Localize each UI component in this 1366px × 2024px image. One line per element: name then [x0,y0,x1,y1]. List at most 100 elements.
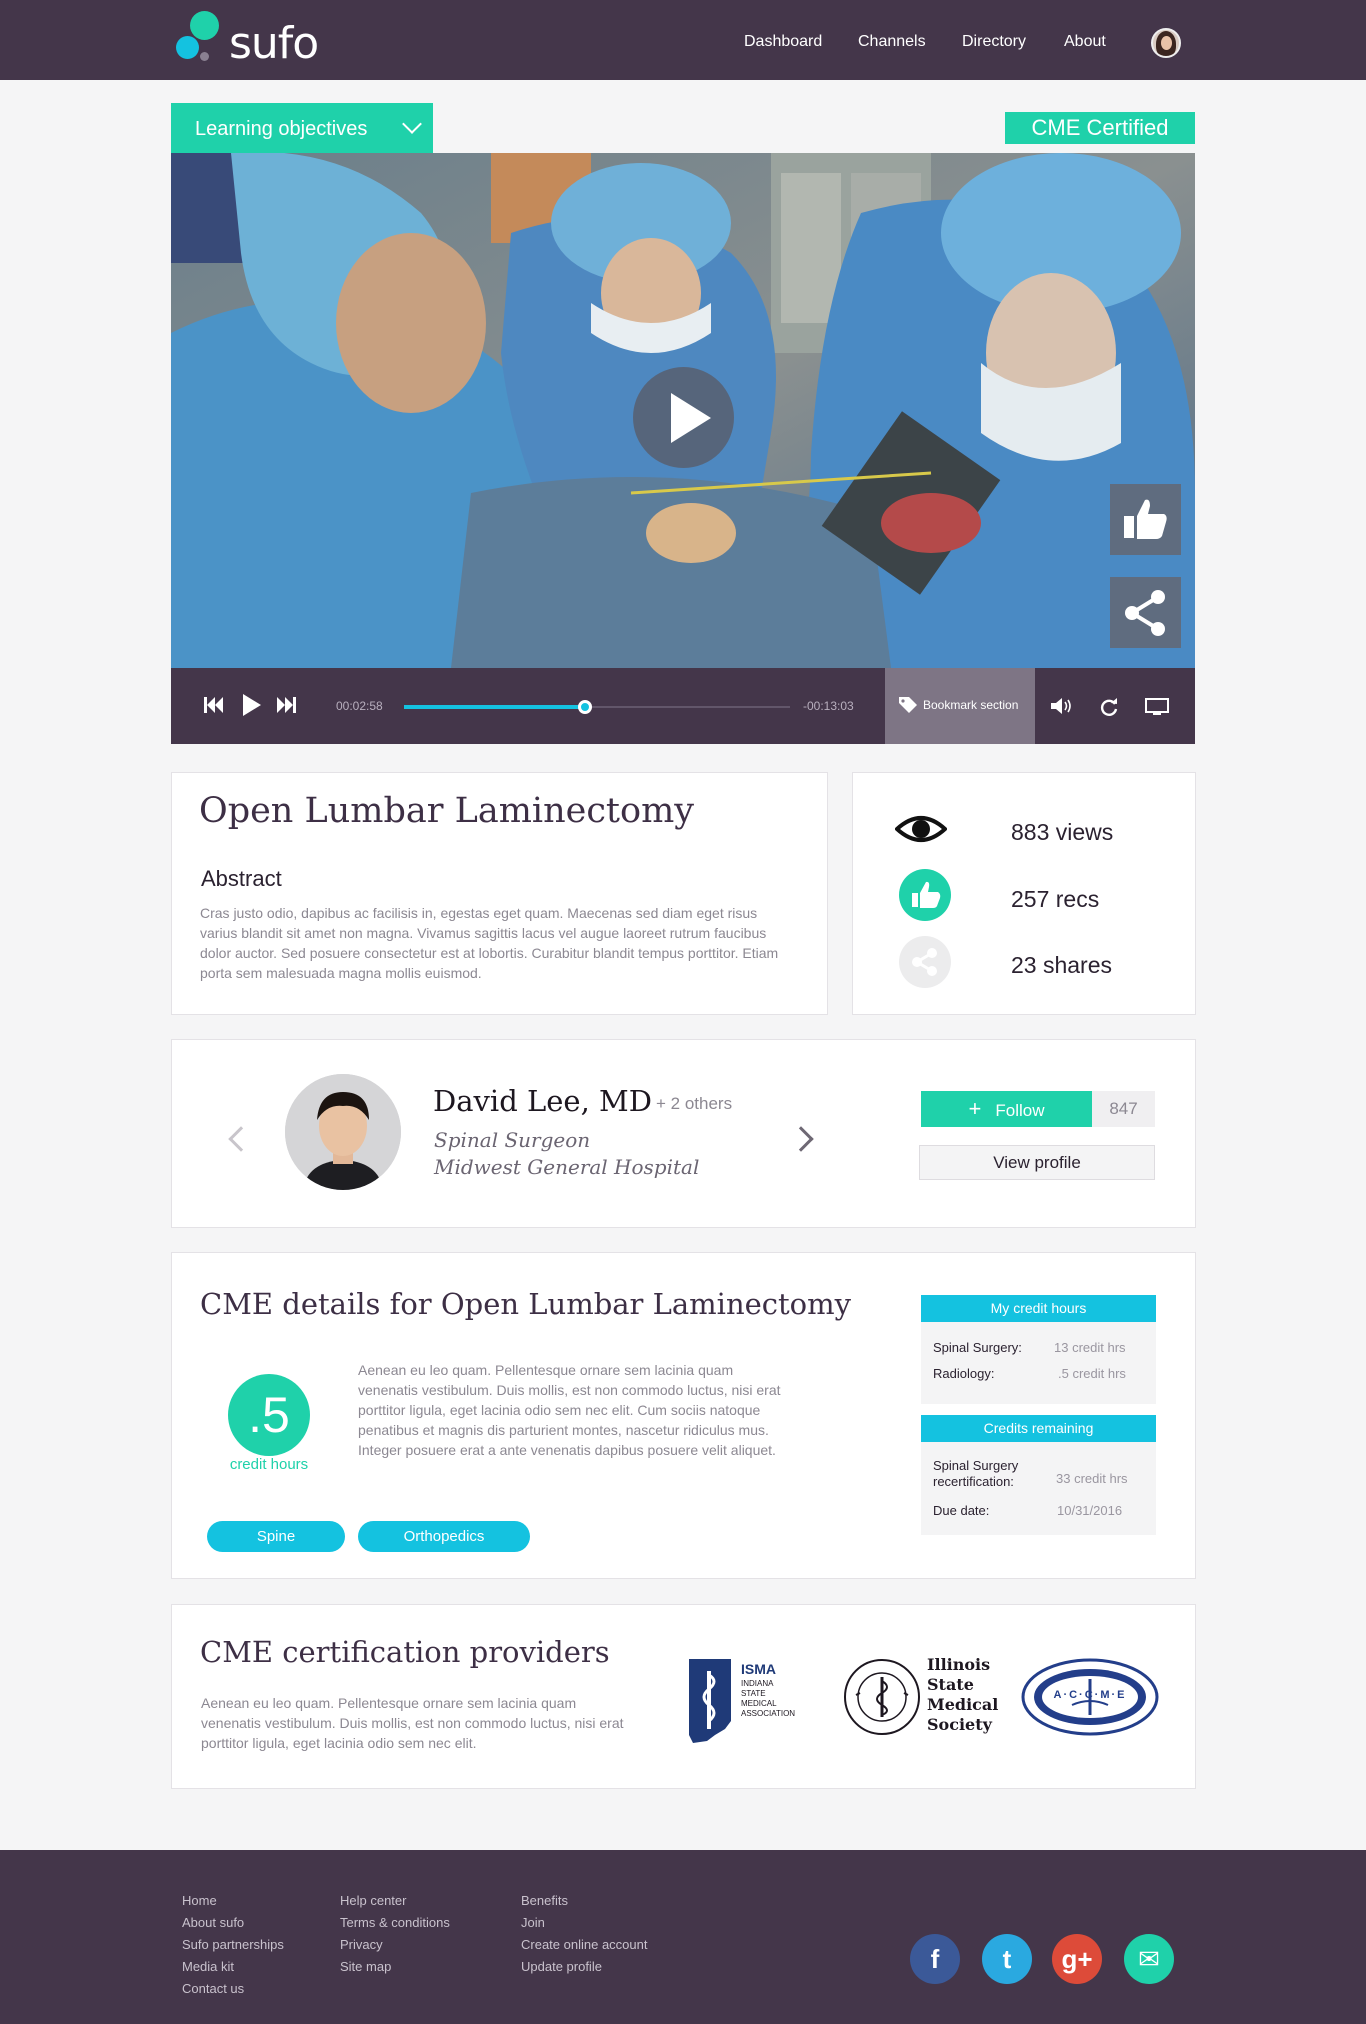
footer-link[interactable]: Media kit [182,1959,234,1974]
bookmark-label: Bookmark section [923,698,1019,712]
volume-icon[interactable] [1051,697,1073,715]
credits-remaining-header: Credits remaining [921,1415,1156,1442]
recommend-button[interactable] [1110,484,1181,555]
share-icon [1125,590,1165,636]
course-info-card: Open Lumbar Laminectomy Abstract Cras ju… [171,772,828,1015]
credit-hours-value: .5 [228,1374,310,1456]
remaining-time: -00:13:03 [803,699,854,713]
author-name[interactable]: David Lee, MD [433,1084,652,1118]
footer-link[interactable]: Benefits [521,1893,568,1908]
progress-track[interactable] [404,700,790,714]
video-player[interactable] [171,153,1195,668]
bookmark-section-button[interactable]: Bookmark section [885,668,1035,744]
abstract-heading: Abstract [201,866,282,891]
author-avatar[interactable] [285,1074,401,1190]
credits-remaining-panel: Spinal Surgery recertification: 33 credi… [921,1442,1156,1535]
shares-icon-circle [899,936,951,988]
additional-authors[interactable]: + 2 others [656,1094,732,1114]
remaining-row-value: 33 credit hrs [1056,1471,1128,1486]
play-icon[interactable] [241,694,261,716]
illinois-name-line: Medical [927,1695,999,1714]
illinois-state-medical-society-logo[interactable]: Illinois State Medical Society [842,1655,998,1739]
cme-details-title: CME details for Open Lumbar Laminectomy [200,1287,852,1321]
isma-name-line: MEDICAL [741,1699,777,1708]
recs-count: 257 recs [1011,886,1100,912]
google-plus-icon[interactable]: g+ [1052,1934,1102,1984]
nav-directory[interactable]: Directory [962,33,1026,51]
share-icon [912,948,937,976]
tag-orthopedics[interactable]: Orthopedics [358,1521,530,1552]
footer-link[interactable]: Privacy [340,1937,383,1952]
views-count: 883 views [1011,819,1114,845]
footer-link[interactable]: Update profile [521,1959,602,1974]
footer-link[interactable]: Site map [340,1959,391,1974]
footer-link[interactable]: Help center [340,1893,406,1908]
footer: Home About sufo Sufo partnerships Media kit… [0,1850,1366,2024]
isma-name-line: STATE [741,1689,766,1698]
footer-link[interactable]: Join [521,1915,545,1930]
facebook-icon[interactable]: f [910,1934,960,1984]
remaining-row-label: Due date: [933,1503,990,1518]
footer-link[interactable]: Terms & conditions [340,1915,450,1930]
sufo-logo[interactable]: sufo [174,8,334,69]
play-video-button[interactable] [633,367,734,468]
refresh-icon[interactable] [1099,697,1119,717]
tag-spine[interactable]: Spine [207,1521,345,1552]
next-author-arrow[interactable] [788,1126,814,1152]
accme-letters: A·C·C·M·E [1053,1689,1127,1701]
nav-about[interactable]: About [1064,33,1106,51]
plus-icon: + [968,1096,982,1121]
recs-icon-circle [899,869,951,921]
logo-wordmark: sufo [229,18,319,69]
abstract-text: Cras justo odio, dapibus ac facilisis in… [200,905,779,981]
footer-link[interactable]: Sufo partnerships [182,1937,284,1952]
isma-logo[interactable]: ISMA INDIANA STATE MEDICAL ASSOCIATION [685,1659,809,1743]
share-button[interactable] [1110,577,1181,648]
author-photo [285,1074,401,1190]
user-avatar[interactable] [1151,28,1181,58]
logo-dot-teal [190,11,219,40]
twitter-icon[interactable]: t [982,1934,1032,1984]
skip-forward-icon[interactable] [277,697,297,713]
accme-logo[interactable]: A·C·C·M·E [1020,1657,1160,1737]
follow-button[interactable]: + Follow [921,1091,1092,1127]
nav-channels[interactable]: Channels [858,33,926,51]
author-card: David Lee, MD + 2 others Spinal Surgeon … [171,1039,1196,1228]
stats-card: 883 views 257 recs 23 shares [852,772,1196,1015]
remaining-row-value: 10/31/2016 [1057,1503,1123,1518]
footer-link[interactable]: Home [182,1893,217,1908]
fullscreen-icon[interactable] [1145,698,1169,716]
credit-hours-label: credit hours [229,1456,309,1473]
email-icon[interactable]: ✉ [1124,1934,1174,1984]
progress-handle[interactable] [578,700,593,714]
footer-link[interactable]: About sufo [182,1915,244,1930]
view-profile-button[interactable]: View profile [919,1145,1155,1180]
learning-objectives-label: Learning objectives [195,118,368,140]
cme-certified-badge: CME Certified [1005,112,1195,144]
isma-name: INDIANA STATE MEDICAL ASSOCIATION [741,1679,795,1719]
my-credit-hours-panel: Spinal Surgery: 13 credit hrs Radiology:… [921,1322,1156,1404]
credit-row-label: Radiology: [933,1366,995,1381]
video-controls: 00:02:58 -00:13:03 Bookmark section [171,668,1195,744]
previous-author-arrow[interactable] [228,1126,254,1152]
footer-link[interactable]: Create online account [521,1937,647,1952]
top-navbar: sufo Dashboard Channels Directory About [0,0,1366,80]
nav-dashboard[interactable]: Dashboard [744,33,822,51]
remaining-row-label: Spinal Surgery recertification: [933,1458,1019,1489]
isma-abbr: ISMA [741,1661,776,1677]
illinois-name-line: Illinois [927,1655,991,1674]
credit-row-label: Spinal Surgery: [933,1340,1022,1355]
skip-back-icon[interactable] [204,697,224,713]
medical-seal-icon [844,1659,920,1735]
providers-description: Aenean eu leo quam. Pellentesque ornare … [201,1695,624,1751]
course-title: Open Lumbar Laminectomy [199,791,695,831]
author-hospital: Midwest General Hospital [434,1155,700,1179]
follower-count: 847 [1092,1091,1155,1127]
footer-link[interactable]: Contact us [182,1981,244,1996]
credit-row-value: 13 credit hrs [1054,1340,1126,1355]
author-role: Spinal Surgeon [434,1128,591,1152]
learning-objectives-dropdown[interactable]: Learning objectives [171,103,433,153]
isma-name-line: ASSOCIATION [741,1709,796,1718]
follow-label: Follow [995,1101,1045,1120]
indiana-state-icon [689,1659,731,1743]
